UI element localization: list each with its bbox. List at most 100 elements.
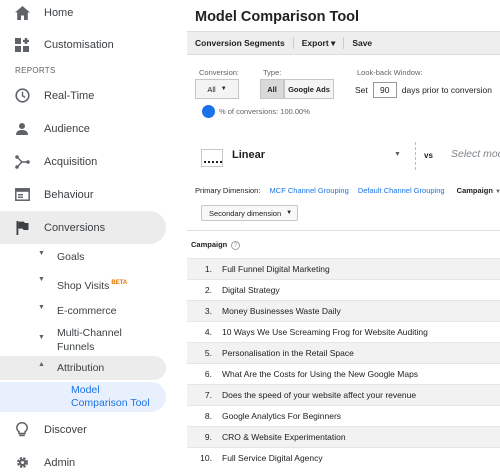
save-button[interactable]: Save bbox=[344, 37, 380, 49]
conversion-select-value: All bbox=[207, 84, 216, 94]
conversion-percentage: % of conversions: 100.00% bbox=[219, 107, 310, 116]
nav-acquisition-label: Acquisition bbox=[44, 155, 98, 168]
nav-audience[interactable]: Audience bbox=[0, 112, 166, 145]
nav-shop-visits-label: Shop Visits bbox=[57, 280, 110, 292]
campaign-name[interactable]: What Are the Costs for Using the New Goo… bbox=[222, 369, 418, 379]
nav-model-comparison-label-1: Model bbox=[71, 384, 100, 396]
nav-discover[interactable]: Discover bbox=[0, 413, 166, 446]
row-number: 2. bbox=[204, 285, 212, 295]
model-dropdown-icon[interactable]: ▼ bbox=[394, 151, 401, 158]
campaign-name[interactable]: Money Businesses Waste Daily bbox=[222, 306, 341, 316]
row-number: 3. bbox=[204, 306, 212, 316]
campaign-name[interactable]: Digital Strategy bbox=[222, 285, 280, 295]
campaign-name[interactable]: Full Service Digital Agency bbox=[222, 453, 323, 463]
lookback-days-input[interactable]: 90 bbox=[372, 82, 397, 98]
conversion-segments-button[interactable]: Conversion Segments bbox=[187, 37, 294, 49]
help-icon[interactable]: ? bbox=[231, 241, 241, 250]
nav-attribution-label: Attribution bbox=[57, 362, 105, 374]
table-row[interactable]: 4. 10 Ways We Use Screaming Frog for Webs… bbox=[187, 321, 500, 342]
row-number: 10. bbox=[200, 453, 212, 463]
campaign-name[interactable]: Google Analytics For Beginners bbox=[222, 411, 341, 421]
nav-admin[interactable]: Admin bbox=[0, 446, 166, 472]
row-number: 7. bbox=[204, 390, 212, 400]
campaign-name[interactable]: CRO & Website Experimentation bbox=[222, 432, 346, 442]
vs-label: vs bbox=[424, 151, 433, 160]
vs-divider bbox=[415, 142, 416, 170]
nav-discover-label: Discover bbox=[44, 423, 87, 436]
nav-ecommerce-label: E-commerce bbox=[57, 305, 117, 317]
table-header: Campaign? bbox=[187, 230, 500, 258]
nav-behaviour-label: Behaviour bbox=[44, 188, 94, 201]
secondary-dimension-select[interactable]: Secondary dimension ▼ bbox=[201, 205, 298, 221]
lookback-row: Set 90 days prior to conversion bbox=[355, 82, 492, 98]
model-name[interactable]: Linear bbox=[232, 149, 265, 161]
dimension-campaign-label: Campaign bbox=[456, 186, 493, 195]
dimension-campaign[interactable]: Campaign ▼ bbox=[457, 186, 500, 195]
select-model-dropdown[interactable]: Select mod bbox=[451, 148, 500, 160]
table-row[interactable]: 9. CRO & Website Experimentation bbox=[187, 426, 500, 447]
toolbar: Conversion Segments Export ▾ Save bbox=[187, 31, 500, 55]
nav-home[interactable]: Home bbox=[0, 0, 166, 29]
table-row[interactable]: 1. Full Funnel Digital Marketing bbox=[187, 258, 500, 279]
model-selector-row: Linear ▼ vs Select mod bbox=[187, 138, 500, 174]
gear-icon bbox=[14, 455, 30, 471]
reports-section-label: REPORTS bbox=[15, 66, 56, 75]
nav-behaviour[interactable]: Behaviour bbox=[0, 178, 166, 211]
conversion-select[interactable]: All ▼ bbox=[195, 79, 239, 99]
table-row[interactable]: 10. Full Service Digital Agency bbox=[187, 447, 500, 468]
campaign-name[interactable]: 10 Ways We Use Screaming Frog for Websit… bbox=[222, 327, 428, 337]
export-button[interactable]: Export ▾ bbox=[294, 37, 345, 49]
nav-model-comparison-tool[interactable]: Model Comparison Tool bbox=[0, 382, 166, 412]
nav-admin-label: Admin bbox=[44, 456, 76, 469]
conversion-label: Conversion: bbox=[199, 68, 240, 77]
clock-icon bbox=[14, 88, 30, 104]
nav-multichannel-funnels[interactable]: ▼ Multi-Channel Funnels bbox=[0, 326, 166, 354]
table-row[interactable]: 8. Google Analytics For Beginners bbox=[187, 405, 500, 426]
table-row[interactable]: 2. Digital Strategy bbox=[187, 279, 500, 300]
home-icon bbox=[14, 5, 30, 21]
nav-ecommerce[interactable]: ▼ E-commerce bbox=[0, 304, 166, 318]
chevron-down-icon: ▼ bbox=[494, 189, 500, 195]
nav-realtime-label: Real-Time bbox=[44, 89, 95, 102]
table-row[interactable]: 5. Personalisation in the Retail Space bbox=[187, 342, 500, 363]
column-campaign-label: Campaign bbox=[191, 240, 228, 249]
row-number: 4. bbox=[204, 327, 212, 337]
nav-goals-label: Goals bbox=[57, 251, 85, 263]
days-suffix: days prior to conversion bbox=[401, 85, 493, 95]
column-campaign[interactable]: Campaign? bbox=[191, 240, 241, 250]
campaign-name[interactable]: Does the speed of your website affect yo… bbox=[222, 390, 416, 400]
dimension-mcf-link[interactable]: MCF Channel Grouping bbox=[270, 186, 349, 195]
beta-badge: BETA bbox=[111, 280, 128, 286]
nav-shop-visits[interactable]: ▼ Shop Visits BETA bbox=[0, 276, 166, 292]
table-row[interactable]: 3. Money Businesses Waste Daily bbox=[187, 300, 500, 321]
type-all-button[interactable]: All bbox=[260, 79, 284, 99]
caret-right-icon: ▼ bbox=[38, 250, 45, 257]
behaviour-window-icon bbox=[14, 187, 30, 203]
conversion-dot-icon bbox=[202, 105, 215, 118]
page-title: Model Comparison Tool bbox=[195, 9, 360, 25]
main-content: Model Comparison Tool Conversion Segment… bbox=[187, 0, 500, 472]
nav-conversions[interactable]: Conversions bbox=[0, 211, 166, 244]
nav-multichannel-label-1: Multi-Channel bbox=[57, 327, 122, 339]
campaign-table: 1. Full Funnel Digital Marketing 2. Digital… bbox=[187, 258, 500, 468]
type-google-ads-button[interactable]: Google Ads bbox=[284, 79, 334, 99]
nav-goals[interactable]: ▼ Goals bbox=[0, 250, 166, 264]
table-row[interactable]: 6. What Are the Costs for Using the New G… bbox=[187, 363, 500, 384]
nav-conversions-label: Conversions bbox=[44, 221, 106, 234]
nav-model-comparison-label-2: Comparison Tool bbox=[71, 397, 150, 409]
table-row[interactable]: 7. Does the speed of your website affect … bbox=[187, 384, 500, 405]
caret-right-icon: ▼ bbox=[38, 334, 45, 341]
nav-acquisition[interactable]: Acquisition bbox=[0, 145, 166, 178]
campaign-name[interactable]: Personalisation in the Retail Space bbox=[222, 348, 354, 358]
row-number: 9. bbox=[204, 432, 212, 442]
dimension-default-link[interactable]: Default Channel Grouping bbox=[358, 186, 445, 195]
flag-icon bbox=[14, 220, 30, 236]
caret-right-icon: ▼ bbox=[38, 304, 45, 311]
nav-realtime[interactable]: Real-Time bbox=[0, 79, 166, 112]
sidebar: Home Customisation REPORTS Real-Time Aud… bbox=[0, 0, 181, 472]
nav-customisation-label: Customisation bbox=[44, 38, 114, 51]
nav-customisation[interactable]: Customisation bbox=[0, 28, 166, 61]
dashboard-grid-icon bbox=[14, 37, 30, 53]
campaign-name[interactable]: Full Funnel Digital Marketing bbox=[222, 264, 330, 274]
nav-attribution[interactable]: ▲ Attribution bbox=[0, 356, 166, 380]
